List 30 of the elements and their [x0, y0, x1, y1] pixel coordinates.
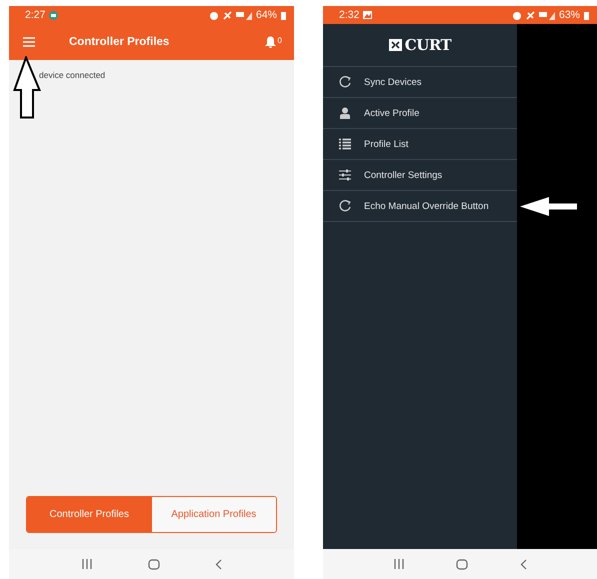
- back-icon[interactable]: [215, 558, 222, 570]
- sync-icon: [339, 200, 351, 212]
- app-notification-icon: [49, 10, 58, 20]
- up-arrow-drawing: [13, 56, 41, 119]
- signal-icon: [538, 10, 555, 20]
- battery-icon: [584, 10, 589, 20]
- sync-icon: [339, 76, 351, 88]
- battery-percentage: 64%: [256, 9, 277, 21]
- logo-mark-icon: [388, 39, 402, 51]
- home-icon[interactable]: [148, 558, 160, 570]
- menu-icon[interactable]: [23, 37, 35, 47]
- recent-apps-icon[interactable]: [392, 559, 405, 569]
- home-icon[interactable]: [456, 558, 468, 570]
- sliders-icon: [339, 169, 351, 181]
- person-icon: [339, 107, 351, 119]
- clock-time: 2:32: [339, 9, 360, 21]
- list-icon: [339, 138, 351, 150]
- connection-status-text: device connected: [38, 70, 106, 80]
- screen-title: Controller Profiles: [69, 36, 170, 48]
- battery-icon: [281, 10, 286, 20]
- signal-icon: [236, 10, 252, 20]
- battery-percentage: 63%: [558, 9, 580, 21]
- brand-logo-text: CURT: [404, 36, 452, 54]
- back-icon[interactable]: [520, 558, 528, 570]
- left-arrow-drawing: [519, 196, 579, 217]
- notification-count: 0: [278, 36, 282, 45]
- image-notification-icon: [363, 11, 372, 19]
- clock-time: 2:27: [25, 9, 46, 21]
- recent-apps-icon[interactable]: [80, 559, 93, 569]
- notification-bell-icon[interactable]: [264, 36, 276, 48]
